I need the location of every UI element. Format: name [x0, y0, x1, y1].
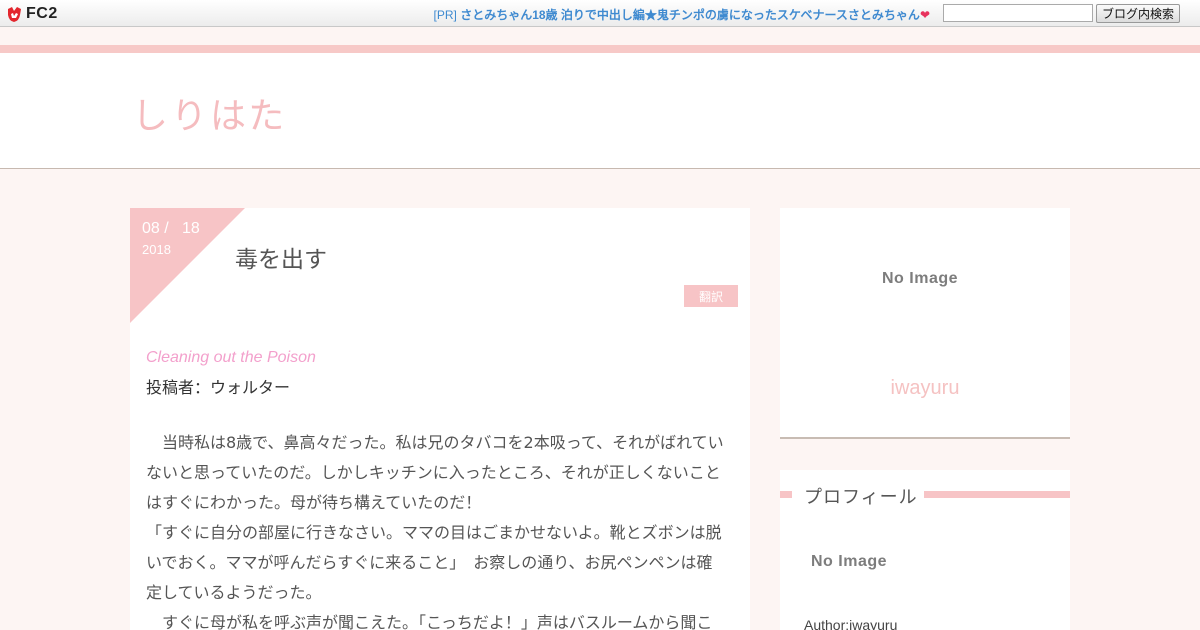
- article-title[interactable]: 毒を出す: [235, 240, 327, 274]
- fc2-logo-text: FC2: [26, 5, 58, 22]
- author-card: No Image iwayuru: [780, 208, 1070, 439]
- profile-no-image: No Image: [811, 553, 888, 570]
- profile-widget: プロフィール No Image Author:iwayuru: [780, 470, 1070, 630]
- category-badge[interactable]: 翻訳: [684, 285, 738, 307]
- profile-author: Author:iwayuru: [804, 617, 898, 630]
- site-title[interactable]: しりはた: [132, 87, 287, 139]
- article-english-title: Cleaning out the Poison: [146, 349, 316, 366]
- article-poster: 投稿者：ウォルター: [146, 378, 291, 397]
- author-name[interactable]: iwayuru: [780, 377, 1070, 400]
- pr-ad-link[interactable]: [PR] さとみちゃん18歳 泊りで中出し編★鬼チンポの虜になったスケベナースさ…: [434, 6, 930, 23]
- fc2-logo[interactable]: FC2: [6, 4, 58, 24]
- blog-search-button[interactable]: ブログ内検索: [1096, 4, 1180, 23]
- heart-icon: ❤: [919, 8, 930, 22]
- heading-accent-left: [780, 491, 792, 498]
- site-header: しりはた: [0, 53, 1200, 169]
- article-card: 08 / 18 2018 毒を出す 翻訳 Cleaning out the Po…: [130, 208, 750, 630]
- heading-accent-right: [924, 491, 1070, 498]
- article-paragraph: 当時私は8歳で、鼻高々だった。私は兄のタバコを2本吸って、それがばれていないと思…: [146, 433, 724, 630]
- article-body: Cleaning out the Poison 投稿者：ウォルター 当時私は8歳…: [146, 348, 726, 630]
- profile-heading: プロフィール: [804, 487, 918, 508]
- no-image-placeholder: No Image: [882, 270, 959, 287]
- fc2-toolbar: FC2 [PR] さとみちゃん18歳 泊りで中出し編★鬼チンポの虜になったスケベ…: [0, 0, 1200, 27]
- fc2-fox-icon: [8, 6, 21, 22]
- blog-search-input[interactable]: [943, 4, 1093, 22]
- post-date-year: 2018: [142, 242, 171, 257]
- post-date-month-day: 08 / 18: [142, 220, 200, 237]
- pr-tag: [PR]: [433, 8, 457, 22]
- pr-link-text[interactable]: さとみちゃん18歳 泊りで中出し編★鬼チンポの虜になったスケベナースさとみちゃん: [460, 8, 920, 22]
- header-accent-line: [0, 45, 1200, 53]
